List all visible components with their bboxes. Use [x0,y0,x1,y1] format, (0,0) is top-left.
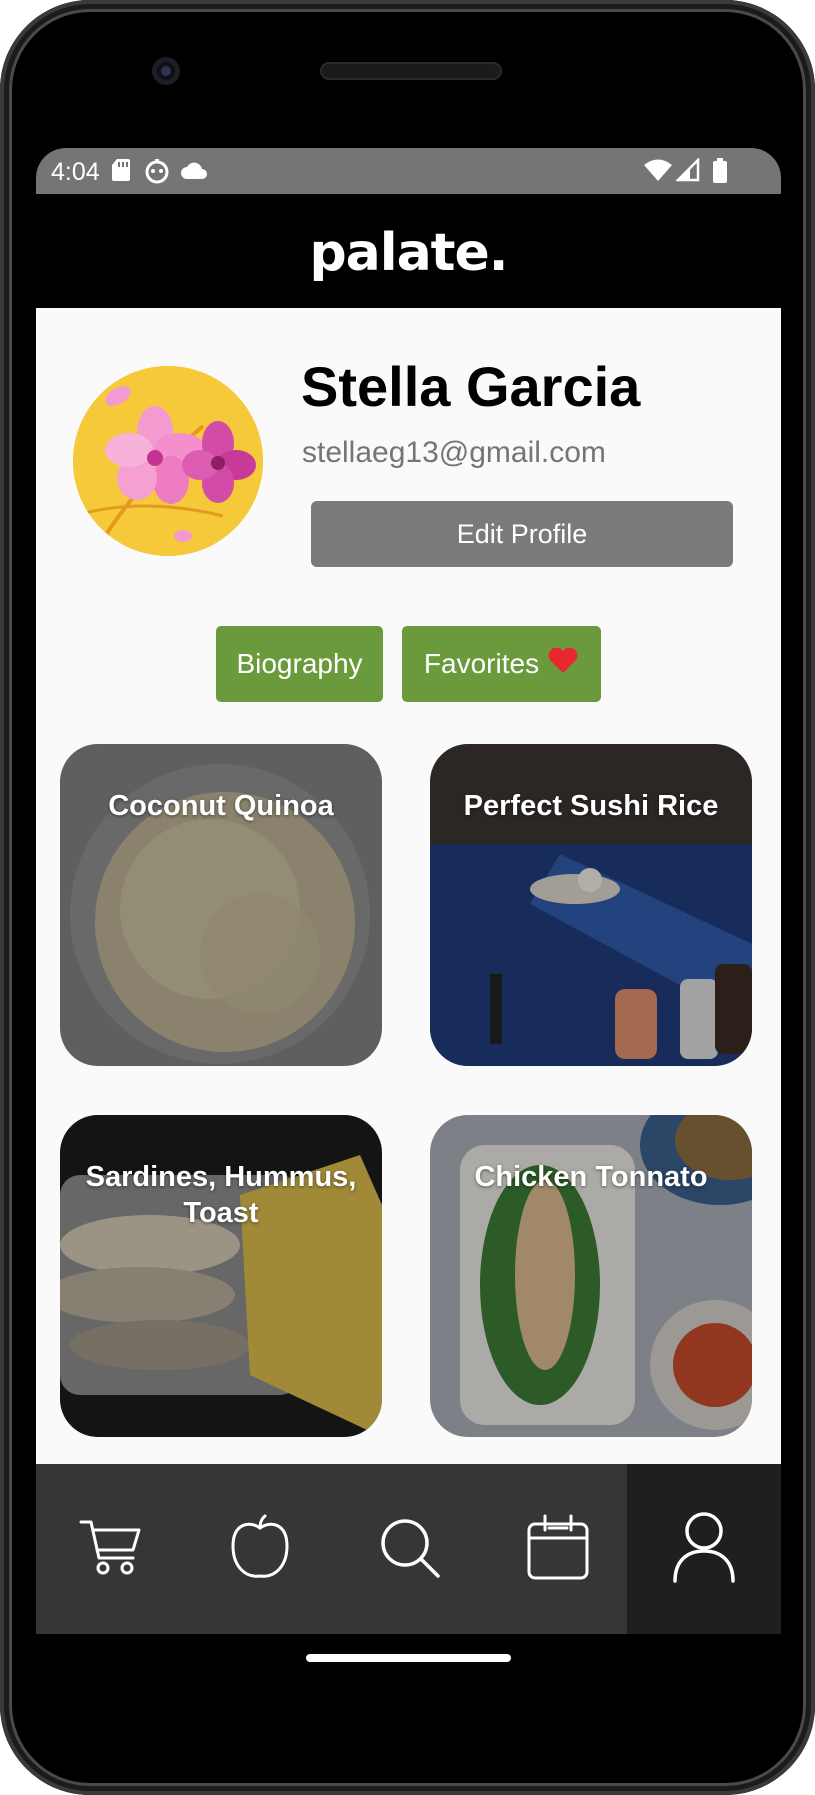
tab-biography-label: Biography [236,648,363,679]
nav-pantry[interactable] [185,1464,334,1634]
search-icon [377,1515,441,1584]
home-indicator[interactable] [306,1654,511,1662]
calendar-icon [527,1514,589,1585]
wifi-icon [643,158,673,187]
nav-search[interactable] [334,1464,483,1634]
front-camera [152,57,180,85]
avatar[interactable] [73,366,263,556]
profile-content: Stella Garcia stellaeg13@gmail.com Edit … [36,308,781,1464]
tab-biography[interactable]: Biography [216,626,383,702]
recipe-card[interactable]: Coconut Quinoa [60,744,382,1066]
profile-name: Stella Garcia [301,355,641,418]
edit-profile-button[interactable]: Edit Profile [311,501,733,567]
cart-icon [79,1516,143,1583]
phone-frame: 4:04 palate. Stella Garcia stellaeg13@gm… [0,0,815,1795]
recipe-title: Chicken Tonnato [474,1161,708,1193]
heart-icon [547,646,579,682]
sd-card-icon [111,158,131,187]
earpiece-speaker [320,62,502,80]
app-logo: palate. [309,223,508,283]
robot-face-icon [144,158,170,189]
status-time: 4:04 [51,158,100,186]
nav-calendar[interactable] [483,1464,632,1634]
tab-favorites-label: Favorites [423,648,540,679]
apple-icon [229,1514,291,1585]
cellular-signal-icon [674,156,700,187]
app-screen: 4:04 palate. Stella Garcia stellaeg13@gm… [36,148,781,1636]
app-header: palate. [36,194,781,308]
recipe-card[interactable]: Sardines, Hummus, Toast [60,1115,382,1437]
battery-icon [712,158,728,189]
nav-cart[interactable] [36,1464,185,1634]
tab-favorites[interactable]: Favorites [402,626,601,702]
cloud-icon [180,161,208,186]
nav-profile[interactable] [627,1464,781,1634]
recipe-card[interactable]: Perfect Sushi Rice [430,744,752,1066]
status-bar: 4:04 [36,148,781,194]
recipe-card[interactable]: Chicken Tonnato [430,1115,752,1437]
recipe-title: Coconut Quinoa [108,790,334,822]
bottom-navigation [36,1464,781,1634]
recipe-title: Perfect Sushi Rice [463,790,719,822]
profile-icon [673,1511,735,1588]
profile-email: stellaeg13@gmail.com [302,436,606,469]
recipe-title: Sardines, Hummus, Toast [85,1161,357,1229]
